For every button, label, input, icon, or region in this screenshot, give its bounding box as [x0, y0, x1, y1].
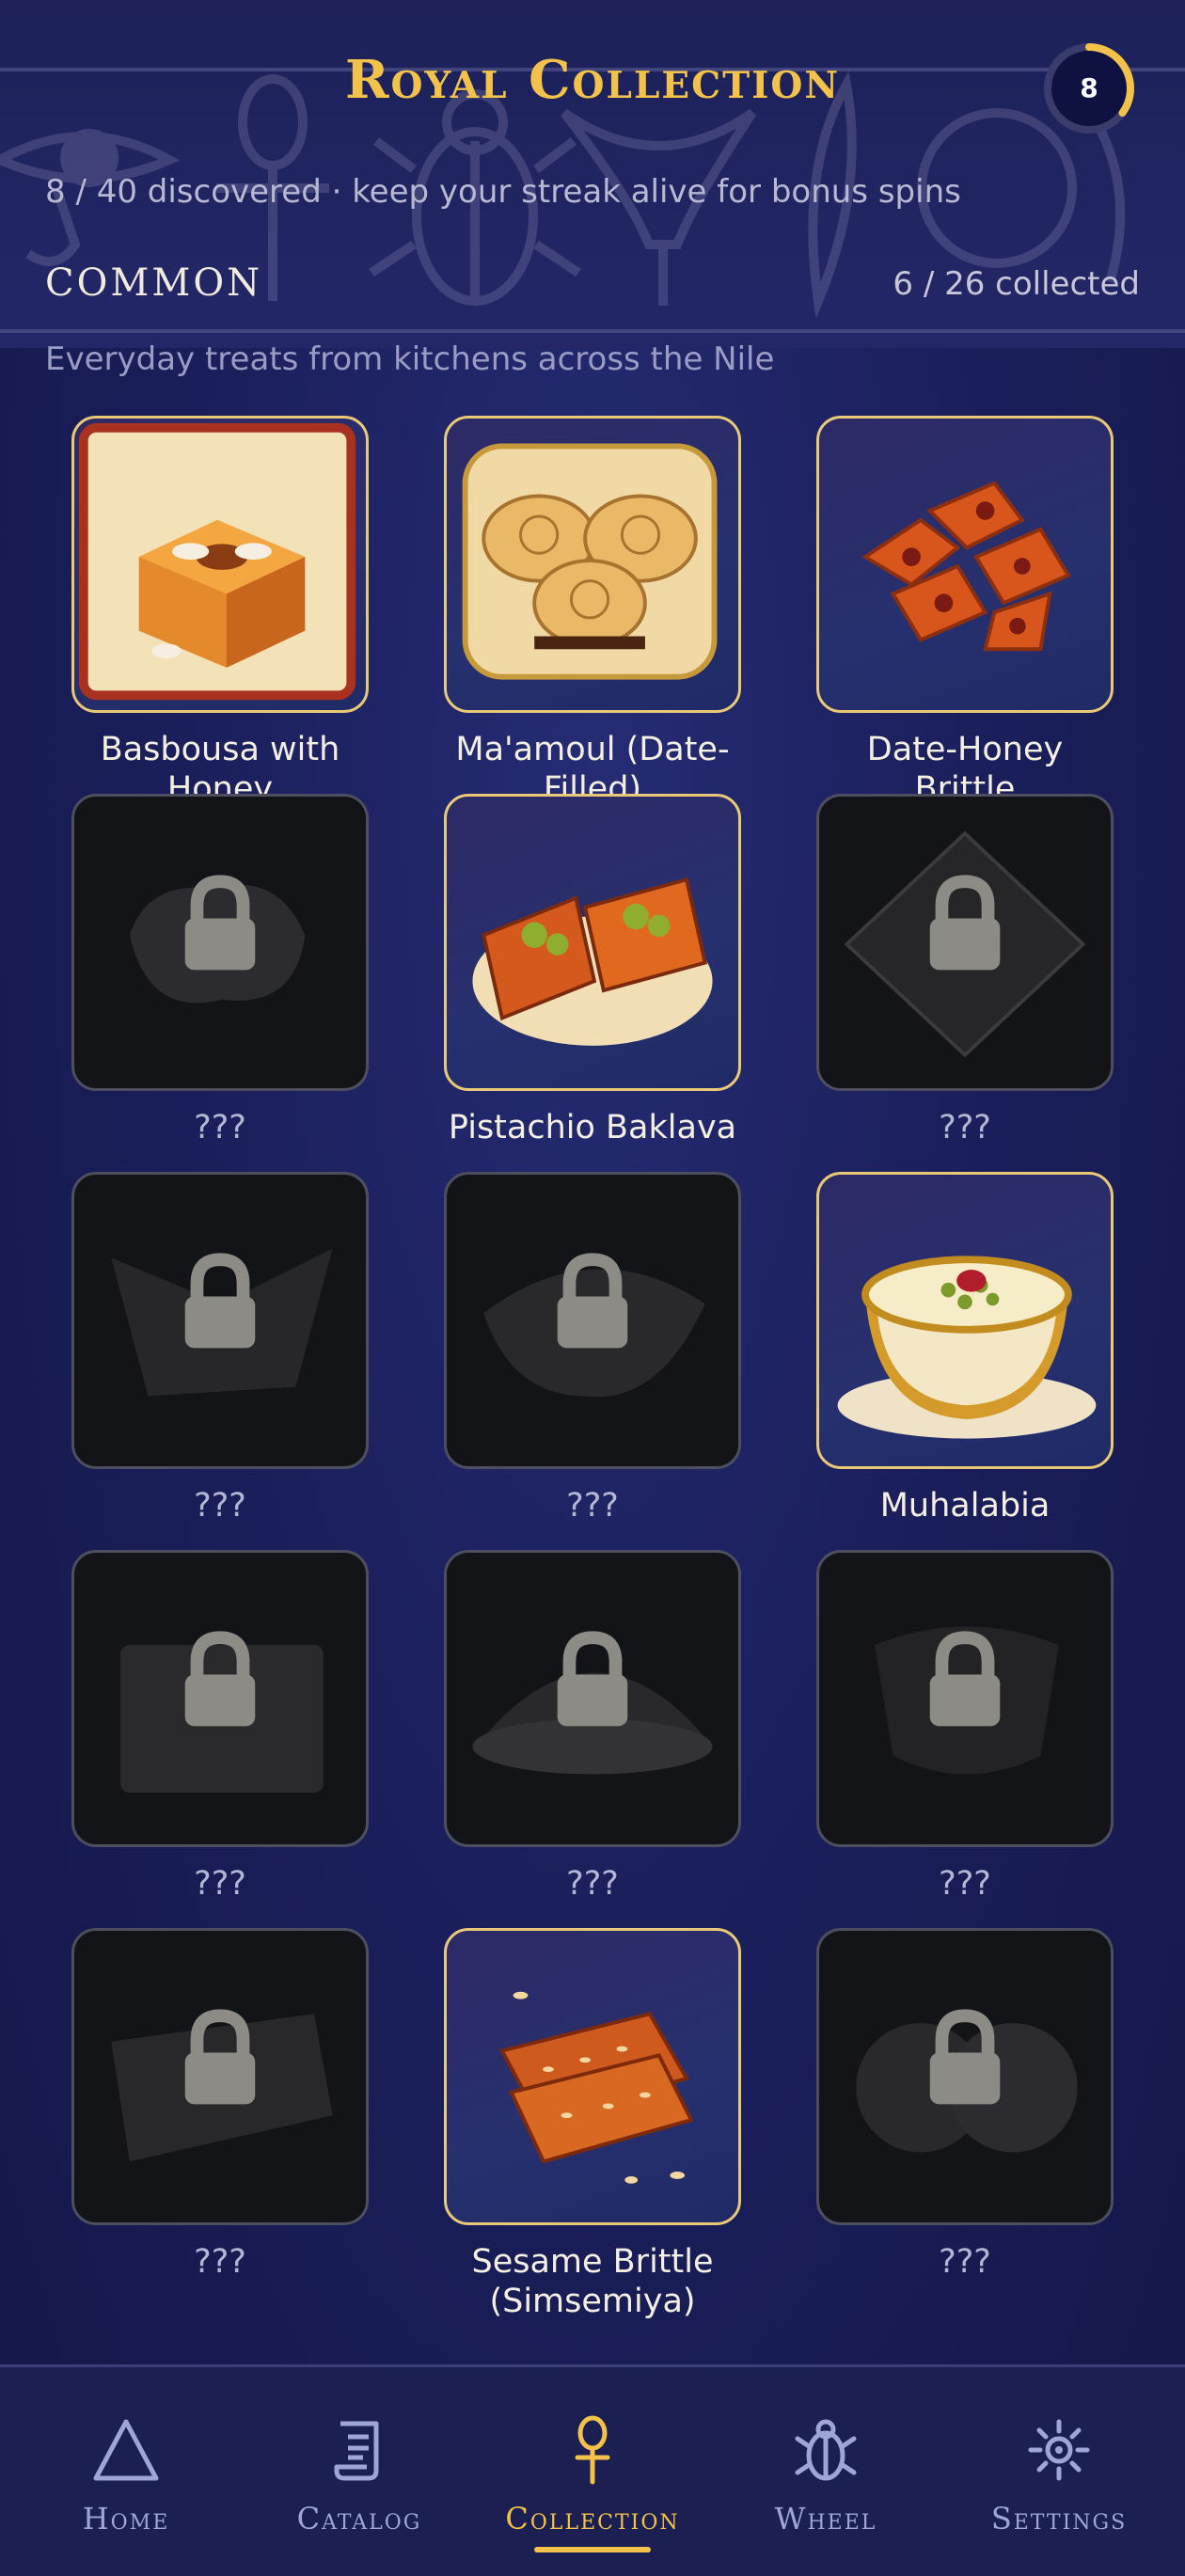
nav-settings[interactable]: Settings: [940, 2367, 1177, 2576]
locked-card-image: [71, 1172, 369, 1469]
nav-home-label: Home: [82, 2501, 170, 2536]
card-name: ???: [194, 1109, 246, 1146]
card-name: Pistachio Baklava: [448, 1109, 737, 1146]
lock-icon: [844, 830, 1086, 1058]
locked-collection-card[interactable]: ???: [444, 1172, 741, 1525]
card-name: Sesame Brittle (Simsemiya): [471, 2243, 714, 2320]
streak-count: 8: [1080, 72, 1098, 103]
collection-card[interactable]: Pistachio Baklava: [444, 794, 741, 1147]
card-image: [444, 416, 741, 713]
collection-card[interactable]: Basbousa with Honey: [71, 416, 369, 809]
locked-card-image: [816, 1550, 1114, 1847]
locked-collection-card[interactable]: ???: [444, 1550, 741, 1904]
collection-card[interactable]: Sesame Brittle (Simsemiya): [444, 1928, 741, 2321]
sesame-brittle-icon: [498, 1991, 694, 2184]
scroll-icon: [334, 2421, 379, 2481]
rarity-collected-count: 6 / 26 collected: [893, 265, 1140, 303]
locked-card-image: [444, 1172, 741, 1469]
locked-collection-card[interactable]: ???: [71, 1550, 369, 1904]
locked-card-image: [71, 794, 369, 1091]
lock-icon: [111, 2009, 333, 2162]
ankh-icon: [575, 2415, 610, 2485]
locked-collection-card[interactable]: ???: [816, 1928, 1114, 2282]
rarity-description: Everyday treats from kitchens across the…: [45, 340, 775, 378]
card-image: [444, 794, 741, 1091]
card-image: [816, 416, 1114, 713]
sun-gear-icon: [1028, 2419, 1090, 2481]
nav-active-indicator: [534, 2547, 651, 2552]
card-name: Muhalabia: [879, 1487, 1051, 1525]
nav-collection[interactable]: Collection: [474, 2367, 711, 2576]
page-title: Royal Collection: [344, 49, 841, 111]
lock-icon: [856, 2009, 1078, 2153]
card-name: ???: [194, 2243, 246, 2281]
lock-icon: [184, 1253, 256, 1349]
lock-icon: [120, 1631, 324, 1794]
locked-card-image: [816, 1928, 1114, 2225]
lock-icon: [874, 1626, 1060, 1775]
card-name: ???: [566, 1487, 619, 1525]
card-image: [816, 1172, 1114, 1469]
header-rule-bottom: [0, 329, 1185, 333]
nav-collection-label: Collection: [505, 2501, 680, 2536]
nav-catalog-label: Catalog: [296, 2501, 422, 2536]
baklava-icon: [472, 877, 713, 1046]
card-image: [71, 416, 369, 713]
nav-home[interactable]: Home: [8, 2367, 245, 2576]
lock-icon: [472, 1631, 713, 1775]
locked-card-image: [71, 1928, 369, 2225]
collection-header: Royal Collection 8 8 / 40 discovered · k…: [0, 0, 1185, 348]
lock-icon: [483, 1253, 705, 1398]
streak-badge[interactable]: 8: [1040, 40, 1138, 137]
muhalabia-icon: [837, 1256, 1097, 1439]
locked-collection-card[interactable]: ???: [816, 794, 1114, 1147]
card-name: ???: [939, 1109, 991, 1146]
rarity-heading: COMMON: [45, 261, 263, 305]
locked-collection-card[interactable]: ???: [71, 1172, 369, 1525]
discovery-progress-text: 8 / 40 discovered · keep your streak ali…: [45, 173, 961, 211]
locked-collection-card[interactable]: ???: [71, 794, 369, 1147]
lock-icon: [929, 2009, 1001, 2105]
lock-icon: [129, 875, 306, 1004]
locked-collection-card[interactable]: ???: [816, 1550, 1114, 1904]
nav-settings-label: Settings: [990, 2501, 1128, 2536]
brittle-icon: [861, 481, 1071, 652]
maamoul-icon: [462, 443, 718, 680]
card-name: ???: [566, 1865, 619, 1903]
locked-card-image: [71, 1550, 369, 1847]
scarab-icon: [795, 2419, 857, 2481]
basbousa-icon: [78, 422, 356, 701]
locked-collection-card[interactable]: ???: [71, 1928, 369, 2282]
triangle-icon: [93, 2419, 159, 2481]
collection-card[interactable]: Date-Honey Brittle: [816, 416, 1114, 809]
card-image: [444, 1928, 741, 2225]
nav-wheel-label: Wheel: [774, 2501, 877, 2536]
card-name: ???: [939, 1865, 991, 1903]
lock-icon: [557, 1631, 628, 1727]
collection-card[interactable]: Ma'amoul (Date-Filled): [444, 416, 741, 809]
collection-card[interactable]: Muhalabia: [816, 1172, 1114, 1525]
card-name: ???: [939, 2243, 991, 2281]
lock-icon: [111, 1248, 333, 1397]
nav-catalog[interactable]: Catalog: [241, 2367, 478, 2576]
card-name: ???: [194, 1487, 246, 1525]
nav-wheel[interactable]: Wheel: [707, 2367, 944, 2576]
locked-card-image: [444, 1550, 741, 1847]
locked-card-image: [816, 794, 1114, 1091]
card-name: ???: [194, 1865, 246, 1903]
bottom-nav: Home Catalog Collection Wheel Settings: [0, 2364, 1185, 2576]
